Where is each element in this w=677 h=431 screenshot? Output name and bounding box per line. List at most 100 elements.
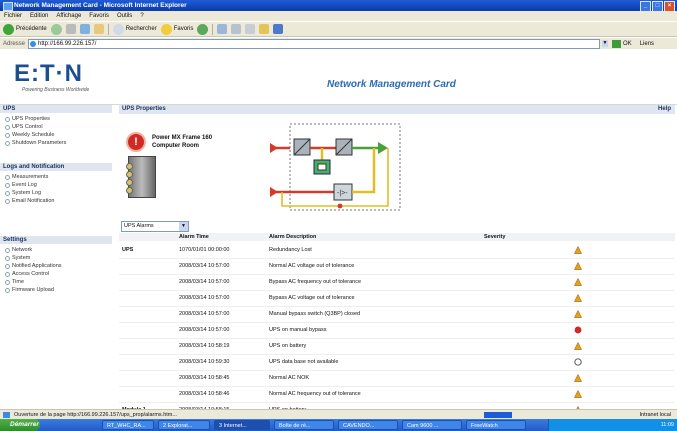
device-name: Power MX Frame 160 xyxy=(152,135,213,141)
progress-bar xyxy=(484,412,512,418)
status-text: Ouverture de la page http://166.99.226.1… xyxy=(14,412,177,418)
page-icon xyxy=(30,40,37,47)
favorites-label: Favoris xyxy=(173,26,194,32)
menu-favorites[interactable]: Favoris xyxy=(89,13,109,19)
address-dropdown-icon[interactable]: ▼ xyxy=(602,40,609,47)
table-row: 2008/03/14 10:57:00 UPS on manual bypass xyxy=(119,322,675,339)
sidebar-item-weekly-schedule[interactable]: Weekly Schedule xyxy=(5,132,54,138)
ups-cabinet-image xyxy=(126,156,156,198)
refresh-icon[interactable] xyxy=(79,24,90,34)
sidebar-item-label: Firmware Upload xyxy=(12,287,54,293)
alarm-time: 2008/03/14 10:57:00 xyxy=(179,311,230,317)
sidebar-item-access-control[interactable]: Access Control xyxy=(5,271,49,277)
home-icon[interactable] xyxy=(93,24,104,34)
task-button[interactable]: 2 Explorat... xyxy=(158,420,210,430)
mail-icon[interactable] xyxy=(217,24,228,34)
address-label: Adresse xyxy=(3,40,26,47)
table-row: 2008/03/14 10:57:00 Bypass AC voltage out… xyxy=(119,290,675,307)
bullet-icon xyxy=(5,263,10,269)
menu-tools[interactable]: Outils xyxy=(117,13,132,19)
taskbar: Démarrer RT_WHC_RA... 2 Explorat... 3 In… xyxy=(0,419,677,431)
bullet-icon xyxy=(5,287,10,293)
alarm-description: Normal AC voltage out of tolerance xyxy=(269,263,355,269)
start-button[interactable]: Démarrer xyxy=(0,419,40,431)
section-title-bar: UPS Properties Help xyxy=(119,105,675,114)
warning-icon xyxy=(574,278,582,286)
menu-view[interactable]: Affichage xyxy=(56,13,81,19)
links-button[interactable]: Liens xyxy=(640,41,654,47)
section-title: UPS Properties xyxy=(122,106,166,112)
sidebar-item-label: UPS Properties xyxy=(12,116,50,122)
bullet-icon xyxy=(5,132,10,138)
back-button[interactable]: Précédente xyxy=(3,23,47,35)
alarm-description: Manual bypass switch (Q3BP) closed xyxy=(269,311,361,317)
table-header: Alarm Time Alarm Description Severity xyxy=(119,233,675,241)
history-icon[interactable] xyxy=(197,23,209,35)
edit-icon[interactable] xyxy=(245,24,256,34)
help-link[interactable]: Help xyxy=(658,105,671,114)
alarm-time: 2008/03/14 10:58:46 xyxy=(179,391,230,397)
sidebar-item-system-log[interactable]: System Log xyxy=(5,190,41,196)
window-titlebar: Network Management Card - Microsoft Inte… xyxy=(0,0,677,12)
sidebar-item-label: Event Log xyxy=(12,182,37,188)
toolbar-separator xyxy=(107,23,109,35)
go-arrow-icon xyxy=(612,39,622,48)
task-button[interactable]: Boîte de ré... xyxy=(274,420,334,430)
sidebar-item-ups-control[interactable]: UPS Control xyxy=(5,124,43,130)
search-button[interactable]: Rechercher xyxy=(112,23,157,35)
messenger-icon[interactable] xyxy=(273,24,284,34)
chevron-down-icon: ▼ xyxy=(179,222,188,231)
critical-icon xyxy=(574,326,582,334)
forward-button[interactable] xyxy=(50,23,62,35)
folder-icon[interactable] xyxy=(259,24,270,34)
search-icon xyxy=(112,23,124,35)
task-button[interactable]: FreeWatch xyxy=(466,420,526,430)
sidebar-item-event-log[interactable]: Event Log xyxy=(5,182,37,188)
alarm-time: 2008/03/14 10:57:00 xyxy=(179,279,230,285)
static-switch-symbol: -|>- xyxy=(337,190,348,197)
sidebar-item-measurements[interactable]: Measurements xyxy=(5,174,48,180)
go-button[interactable]: OK xyxy=(612,39,632,48)
print-icon[interactable] xyxy=(231,24,242,34)
alarm-description: Normal AC frequency out of tolerance xyxy=(269,391,361,397)
sidebar-item-label: Time xyxy=(12,279,25,285)
sidebar-item-firmware-upload[interactable]: Firmware Upload xyxy=(5,287,54,293)
col-severity-header: Severity xyxy=(484,234,506,240)
favorites-button[interactable]: Favoris xyxy=(160,23,194,35)
ups-synoptic-diagram: -|>- xyxy=(270,123,401,211)
stop-icon[interactable] xyxy=(65,24,76,34)
output-arrow-icon xyxy=(378,142,388,154)
sidebar-item-time[interactable]: Time xyxy=(5,279,24,285)
task-button[interactable]: RT_WHC_RA... xyxy=(102,420,154,430)
go-label: OK xyxy=(623,40,632,47)
normal-ac-arrow-icon xyxy=(270,143,278,153)
sidebar-item-label: Email Notification xyxy=(12,198,55,204)
alarm-filter-select[interactable]: UPS Alarms ▼ xyxy=(121,221,189,232)
menu-help[interactable]: ? xyxy=(140,13,143,19)
menu-edit[interactable]: Edition xyxy=(30,13,48,19)
page-loading-icon xyxy=(3,412,10,418)
page-title: Network Management Card xyxy=(327,79,456,90)
sidebar-item-label: UPS Control xyxy=(12,124,43,130)
menu-file[interactable]: Fichier xyxy=(4,13,22,19)
address-input[interactable]: http://166.99.226.157/ xyxy=(28,38,601,49)
alarm-description: Bypass AC frequency out of tolerance xyxy=(269,279,362,285)
toolbar-separator xyxy=(212,23,214,35)
sidebar-section-settings: Settings xyxy=(0,236,112,244)
task-button-active[interactable]: 3 Internet... xyxy=(214,420,270,430)
menu-bar: Fichier Edition Affichage Favoris Outils… xyxy=(0,11,677,21)
alarm-time: 2008/03/14 10:58:45 xyxy=(179,375,230,381)
task-button[interactable]: CAVENDO... xyxy=(338,420,398,430)
sidebar-item-ups-properties[interactable]: UPS Properties xyxy=(5,116,50,122)
bullet-icon xyxy=(5,271,10,277)
sidebar-item-shutdown-parameters[interactable]: Shutdown Parameters xyxy=(5,140,66,146)
bullet-icon xyxy=(5,279,10,285)
sidebar-item-email-notification[interactable]: Email Notification xyxy=(5,198,55,204)
sidebar-item-system[interactable]: System xyxy=(5,255,30,261)
page-header: E:T·N Powering Business Worldwide Networ… xyxy=(0,49,677,105)
sidebar-item-network[interactable]: Network xyxy=(5,247,32,253)
table-row: 2008/03/14 10:58:19 UPS on battery xyxy=(119,338,675,355)
task-button[interactable]: Cam 9600 ... xyxy=(402,420,462,430)
sidebar-item-notified-applications[interactable]: Notified Applications xyxy=(5,263,62,269)
bullet-icon xyxy=(5,116,10,122)
